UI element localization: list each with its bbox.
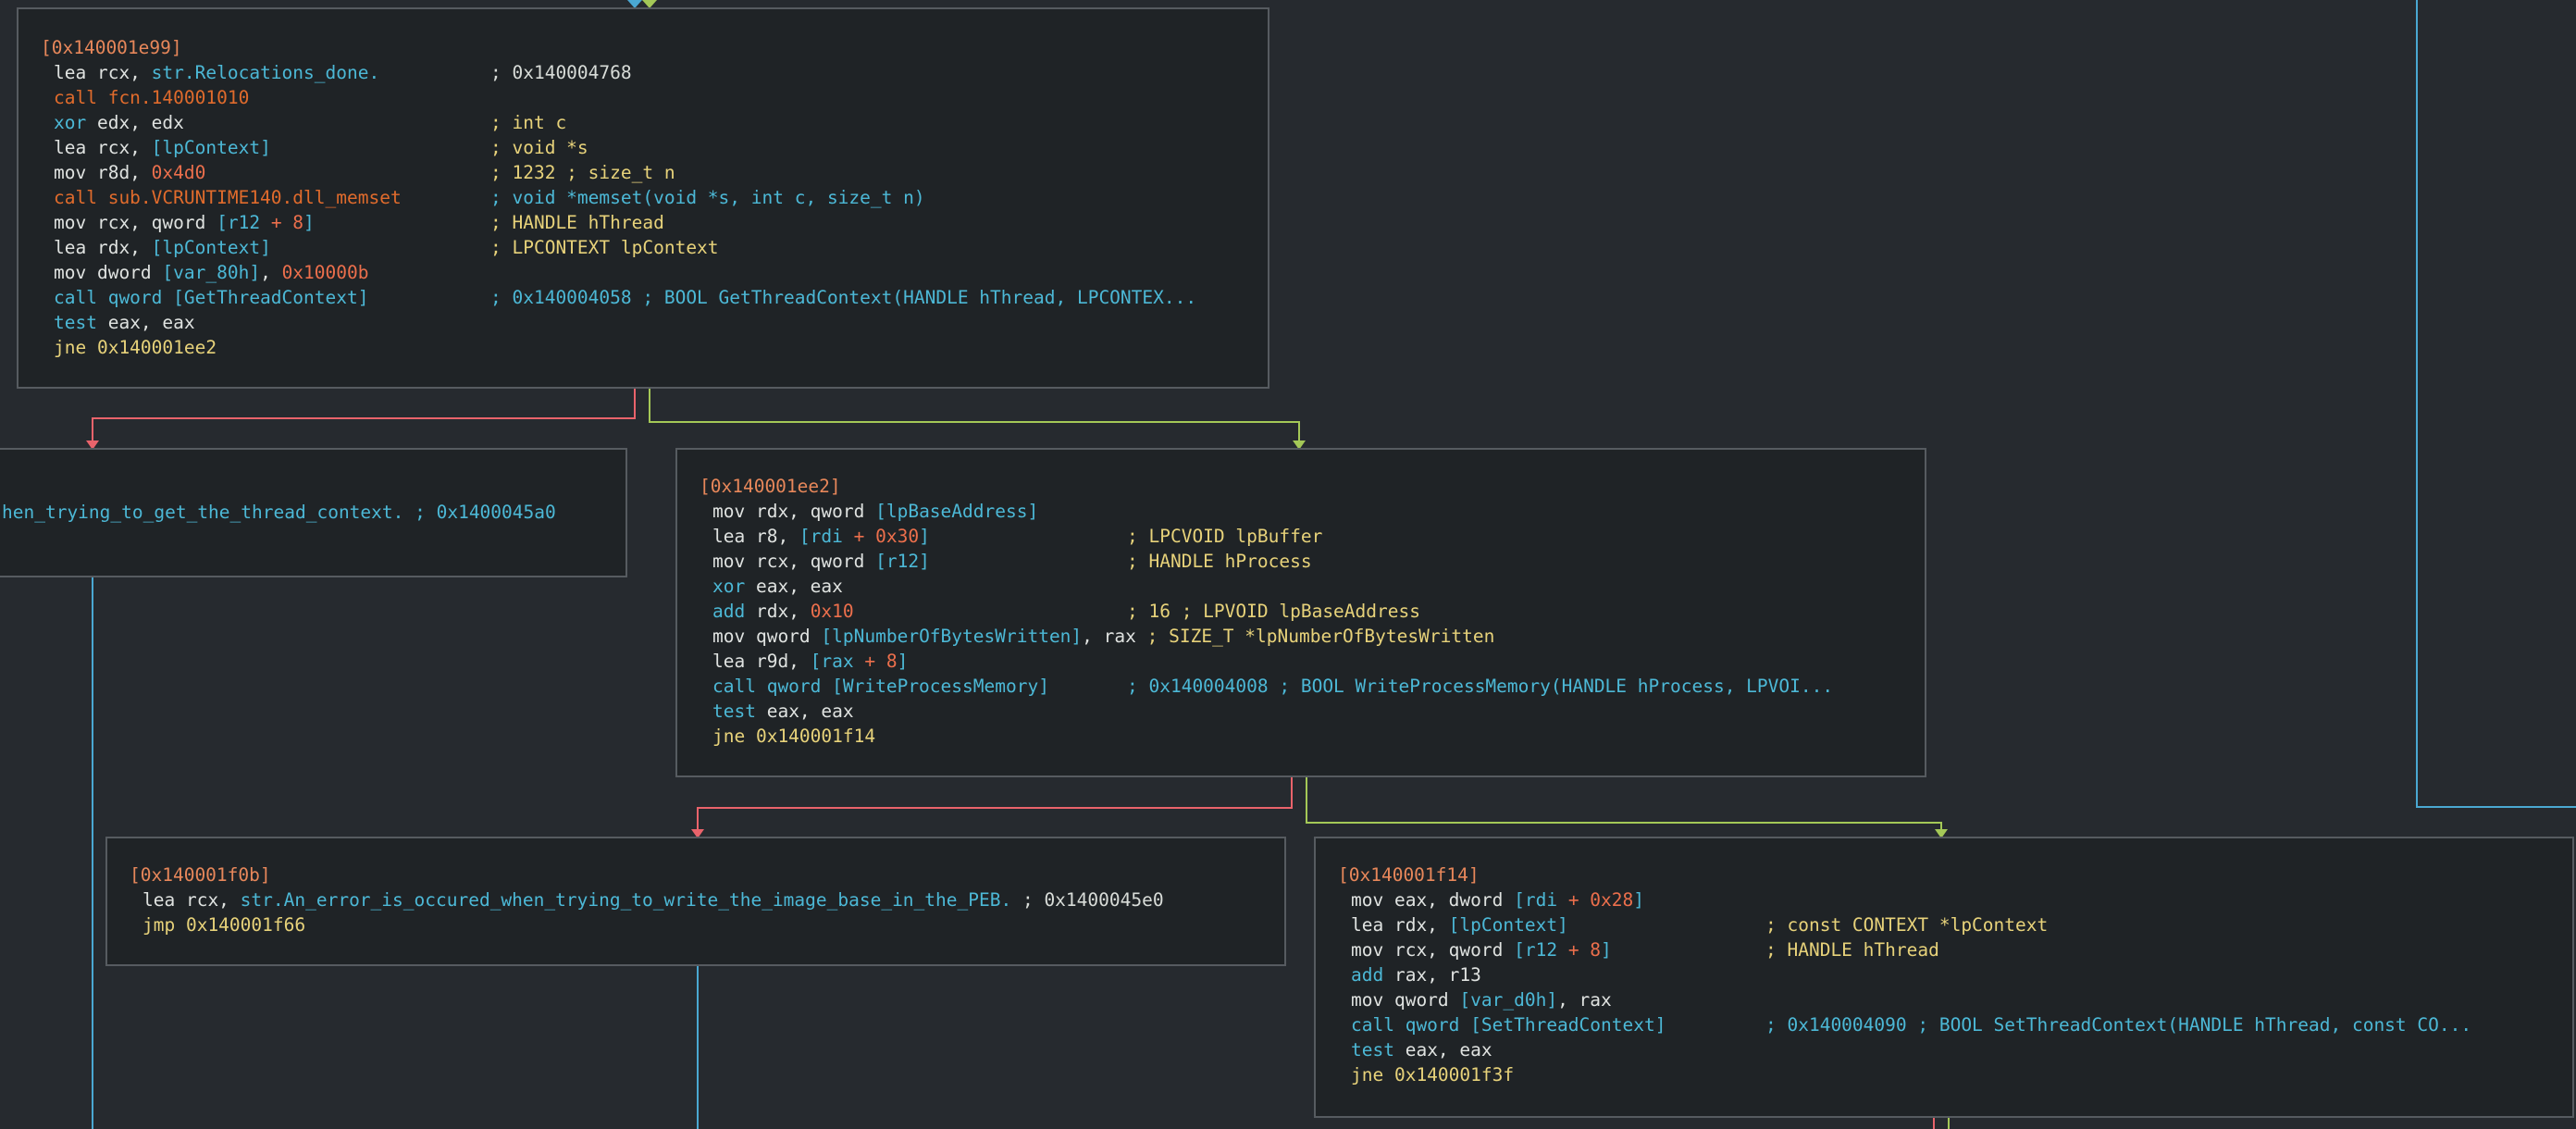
block-address-label: [0x140001e99] [41, 37, 182, 58]
instruction-line[interactable]: mov rcx, qword [r12] [712, 549, 930, 574]
instruction-line[interactable]: mov rcx, qword [r12 + 8] [54, 210, 315, 235]
instruction-comment: ; HANDLE hProcess [1127, 551, 1312, 572]
instruction-comment: ; void *memset(void *s, int c, size_t n) [490, 187, 925, 208]
instruction-line[interactable]: jne 0x140001ee2 [54, 335, 217, 360]
instruction-comment: ; const CONTEXT *lpContext [1765, 914, 2049, 936]
basic-block-140001ee2[interactable]: [0x140001ee2] mov rdx, qword [lpBaseAddr… [675, 448, 1926, 777]
basic-block-140001f0b[interactable]: [0x140001f0b] lea rcx, str.An_error_is_o… [105, 837, 1286, 966]
instruction-comment: ; 16 ; LPVOID lpBaseAddress [1127, 601, 1420, 622]
instruction-comment: ; 0x140004008 ; BOOL WriteProcessMemory(… [1127, 676, 1834, 697]
instruction-line[interactable]: lea rcx, str.An_error_is_occured_when_tr… [142, 887, 1164, 912]
instruction-comment: ; 0x140004768 [490, 62, 632, 83]
instruction-line[interactable]: mov rcx, qword [r12 + 8] [1351, 937, 1612, 962]
instruction-line[interactable]: test eax, eax [54, 310, 195, 335]
instruction-line[interactable]: mov qword [var_d0h], rax [1351, 987, 1612, 1012]
instruction-comment: ; int c [490, 112, 567, 133]
instruction-line[interactable]: add rdx, 0x10 [712, 599, 854, 624]
instruction-line[interactable]: jmp 0x140001f66 [142, 912, 305, 937]
instruction-line[interactable]: test eax, eax [712, 699, 854, 724]
instruction-line[interactable]: lea rdx, [lpContext] [1351, 912, 1568, 937]
edge-true [649, 389, 1300, 444]
instruction-line[interactable]: xor eax, eax [712, 574, 843, 599]
instruction-comment: ; 0x140004090 ; BOOL SetThreadContext(HA… [1765, 1014, 2472, 1036]
block-address-label: [0x140001ee2] [700, 476, 841, 497]
instruction-comment: ; LPCVOID lpBuffer [1127, 526, 1323, 547]
edge-jump [2416, 0, 2576, 808]
edge-false [92, 389, 636, 444]
instruction-comment: ; LPCONTEXT lpContext [490, 237, 719, 258]
instruction-line[interactable]: mov qword [lpNumberOfBytesWritten], rax … [712, 624, 1494, 649]
instruction-line[interactable]: call qword [GetThreadContext] [54, 285, 368, 310]
instruction-line[interactable]: lea r9d, [rax + 8] [712, 649, 908, 674]
instruction-line[interactable]: hen_trying_to_get_the_thread_context. ; … [2, 500, 556, 525]
instruction-line[interactable]: lea rcx, str.Relocations_done. [54, 60, 379, 85]
instruction-comment: ; HANDLE hThread [490, 212, 664, 233]
instruction-comment: ; 1232 ; size_t n [490, 162, 675, 183]
block-address-label: [0x140001f0b] [130, 864, 271, 886]
instruction-line[interactable]: jne 0x140001f3f [1351, 1062, 1514, 1087]
instruction-line[interactable]: test eax, eax [1351, 1037, 1492, 1062]
instruction-line[interactable]: mov eax, dword [rdi + 0x28] [1351, 887, 1644, 912]
instruction-comment: ; void *s [490, 137, 588, 158]
edge-false [697, 777, 1293, 833]
instruction-line[interactable]: mov rdx, qword [lpBaseAddress] [712, 499, 1038, 524]
instruction-line[interactable]: call fcn.140001010 [54, 85, 249, 110]
basic-block-left-partial[interactable]: hen_trying_to_get_the_thread_context. ; … [0, 448, 627, 577]
instruction-line[interactable]: lea r8, [rdi + 0x30] [712, 524, 930, 549]
instruction-line[interactable]: call qword [SetThreadContext] [1351, 1012, 1666, 1037]
instruction-line[interactable]: add rax, r13 [1351, 962, 1481, 987]
basic-block-140001e99[interactable]: [0x140001e99] lea rcx, str.Relocations_d… [17, 7, 1269, 389]
block-address-label: [0x140001f14] [1338, 864, 1480, 886]
edge-true [1306, 777, 1942, 833]
instruction-line[interactable]: xor edx, edx [54, 110, 184, 135]
instruction-line[interactable]: lea rcx, [lpContext] [54, 135, 271, 160]
instruction-comment: ; 0x140004058 ; BOOL GetThreadContext(HA… [490, 287, 1197, 308]
instruction-comment: ; HANDLE hThread [1765, 939, 1939, 961]
instruction-line[interactable]: jne 0x140001f14 [712, 724, 875, 749]
instruction-line[interactable]: mov r8d, 0x4d0 [54, 160, 205, 185]
instruction-line[interactable]: call sub.VCRUNTIME140.dll_memset [54, 185, 402, 210]
instruction-line[interactable]: mov dword [var_80h], 0x10000b [54, 260, 368, 285]
instruction-line[interactable]: call qword [WriteProcessMemory] [712, 674, 1049, 699]
basic-block-140001f14[interactable]: [0x140001f14] mov eax, dword [rdi + 0x28… [1314, 837, 2574, 1118]
instruction-line[interactable]: lea rdx, [lpContext] [54, 235, 271, 260]
